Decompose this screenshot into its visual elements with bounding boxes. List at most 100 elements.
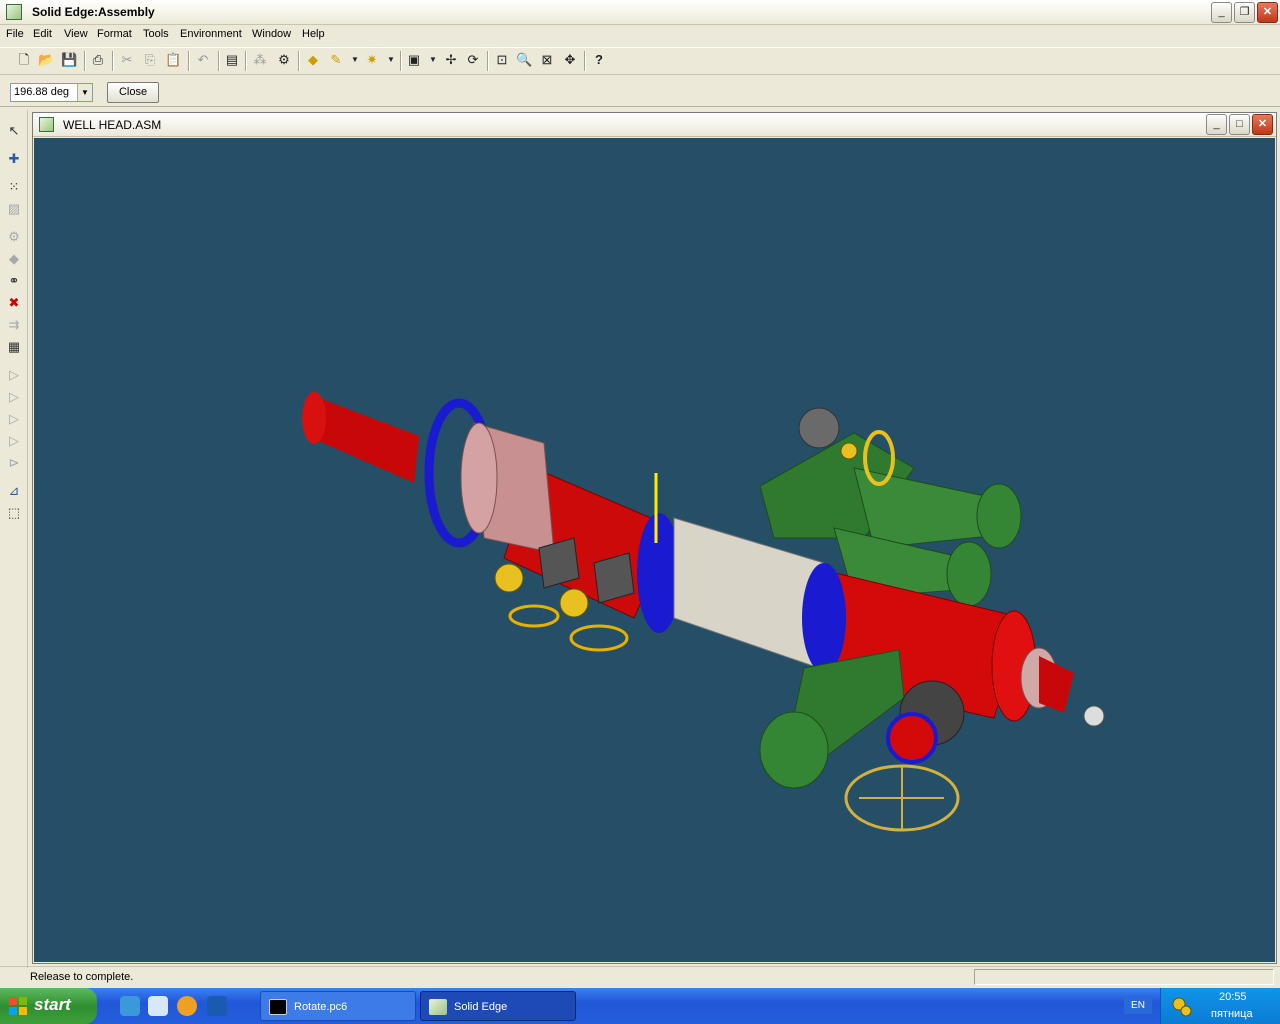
light-dropdown-icon[interactable]: ▼	[383, 52, 399, 68]
outlook-express-icon[interactable]	[148, 996, 168, 1016]
ribbon-bar	[0, 77, 1280, 107]
angle-input[interactable]: 196.88 deg ▼	[10, 83, 93, 102]
select-icon[interactable]: ↖	[5, 122, 23, 140]
undo-icon[interactable]: ↶	[195, 52, 211, 68]
toolbar-separator	[218, 51, 220, 71]
print-icon[interactable]: ⎙	[90, 52, 106, 68]
options-icon[interactable]: ▷	[5, 388, 23, 406]
paste-icon[interactable]: 📋	[165, 52, 181, 68]
paint-dropdown-icon[interactable]: ▼	[347, 52, 363, 68]
system-tray: 20:55 пятница	[1160, 988, 1280, 1024]
toolbar-separator	[298, 51, 300, 71]
solid-edge-icon	[429, 999, 447, 1015]
place-part-icon[interactable]: ✚	[5, 150, 23, 168]
minimize-button[interactable]: _	[1211, 2, 1232, 23]
doc-minimize-button[interactable]: _	[1206, 114, 1227, 135]
task-button-rotate[interactable]: Rotate.pc6	[260, 991, 416, 1021]
rotate-axes-icon[interactable]: ✢	[443, 52, 459, 68]
show-desktop-icon[interactable]	[207, 996, 227, 1016]
pan-icon[interactable]: ✥	[562, 52, 578, 68]
doc-maximize-button[interactable]: □	[1229, 114, 1250, 135]
zoom-icon[interactable]: 🔍	[516, 52, 532, 68]
save-all-icon[interactable]: ▤	[224, 52, 240, 68]
menu-file[interactable]: File	[6, 28, 24, 40]
delete-relationship-icon[interactable]: ✖	[5, 294, 23, 312]
app-icon	[6, 4, 22, 20]
chevron-down-icon[interactable]: ▼	[77, 84, 92, 101]
app-titlebar: Solid Edge:Assembly _ ❐ ✕	[0, 0, 1280, 25]
copy-icon[interactable]: ⎘	[142, 52, 158, 68]
pattern-icon[interactable]: ⁙	[5, 178, 23, 196]
upper-collar	[424, 398, 555, 554]
menu-window[interactable]: Window	[252, 28, 291, 40]
left-toolbar: ↖ ✚ ⁙ ▨ ⚙ ◆ ⚭ ✖ ⇉ ▦ ▷ ▷ ▷ ▷ ⊳ ⊿ ⬚	[0, 110, 28, 968]
close-button[interactable]: Close	[107, 82, 159, 103]
start-button[interactable]: start	[0, 988, 97, 1024]
view-orient-icon[interactable]: ▣	[406, 52, 422, 68]
media-player-icon[interactable]	[177, 996, 197, 1016]
new-file-icon[interactable]: 🗋	[16, 52, 32, 68]
document-title: WELL HEAD.ASM	[63, 118, 162, 132]
gear-icon[interactable]: ⚙	[5, 228, 23, 246]
windows-logo-icon	[9, 997, 27, 1015]
menu-format[interactable]: Format	[97, 28, 132, 40]
console-icon	[269, 999, 287, 1015]
zoom-area-icon[interactable]: ⊡	[494, 52, 510, 68]
status-message: Release to complete.	[30, 971, 134, 983]
parts-icon[interactable]: ⚙	[276, 52, 292, 68]
task-label: Solid Edge	[454, 1001, 508, 1013]
task-label: Rotate.pc6	[294, 1001, 348, 1013]
fit-icon[interactable]: ⊠	[539, 52, 555, 68]
gear-icon[interactable]	[1171, 996, 1193, 1018]
coordinate-icon[interactable]: ⊿	[5, 482, 23, 500]
status-pane	[974, 969, 1274, 985]
spin-icon[interactable]: ⟳	[465, 52, 481, 68]
toolbar-separator	[487, 51, 489, 71]
show-icon[interactable]: ▷	[5, 432, 23, 450]
whats-this-icon[interactable]: ?	[591, 52, 607, 68]
restore-button[interactable]: ❐	[1234, 2, 1255, 23]
hide-icon[interactable]: ▷	[5, 410, 23, 428]
toolbar-separator	[584, 51, 586, 71]
toolbar-separator	[400, 51, 402, 71]
task-button-solid-edge[interactable]: Solid Edge	[420, 991, 576, 1021]
document-icon	[39, 117, 54, 132]
angle-value: 196.88 deg	[14, 86, 70, 98]
flow-icon[interactable]: ⇉	[5, 316, 23, 334]
3d-viewport[interactable]	[34, 138, 1275, 962]
close-window-button[interactable]: ✕	[1257, 2, 1278, 23]
clock: 20:55	[1219, 991, 1247, 1003]
menu-bar: File Edit View Format Tools Environment …	[0, 25, 1280, 45]
cut-icon[interactable]: ✂	[119, 52, 135, 68]
menu-help[interactable]: Help	[302, 28, 325, 40]
light-icon[interactable]: ✷	[364, 52, 380, 68]
explode-icon[interactable]: ⁂	[252, 52, 268, 68]
capture-fit-icon[interactable]: ▷	[5, 366, 23, 384]
app-title: Solid Edge:Assembly	[32, 5, 155, 19]
replace-part-icon[interactable]: ▨	[5, 200, 23, 218]
internet-explorer-icon[interactable]	[120, 996, 140, 1016]
well-head-model	[302, 392, 1105, 832]
menu-environment[interactable]: Environment	[180, 28, 242, 40]
paint-icon[interactable]: ✎	[328, 52, 344, 68]
toolbar-separator	[84, 51, 86, 71]
day-label: пятница	[1211, 1008, 1253, 1020]
open-folder-icon[interactable]: 📂	[38, 52, 54, 68]
save-icon[interactable]: 💾	[61, 52, 77, 68]
menu-view[interactable]: View	[64, 28, 88, 40]
start-label: start	[34, 995, 71, 1014]
assemble-icon[interactable]: ⚭	[5, 272, 23, 290]
inspect-icon[interactable]: ⬚	[5, 504, 23, 522]
language-indicator[interactable]: EN	[1124, 998, 1152, 1014]
document-titlebar: WELL HEAD.ASM _ □ ✕	[33, 113, 1276, 137]
menu-tools[interactable]: Tools	[143, 28, 169, 40]
link-icon[interactable]: ⊳	[5, 454, 23, 472]
view-dropdown-icon[interactable]: ▼	[425, 52, 441, 68]
doc-close-button[interactable]: ✕	[1252, 114, 1273, 135]
status-bar: Release to complete.	[0, 966, 1280, 986]
edit-definition-icon[interactable]: ▦	[5, 338, 23, 356]
shade-icon[interactable]: ◆	[305, 52, 321, 68]
document-window: WELL HEAD.ASM _ □ ✕	[32, 112, 1277, 964]
mate-icon[interactable]: ◆	[5, 250, 23, 268]
menu-edit[interactable]: Edit	[33, 28, 52, 40]
